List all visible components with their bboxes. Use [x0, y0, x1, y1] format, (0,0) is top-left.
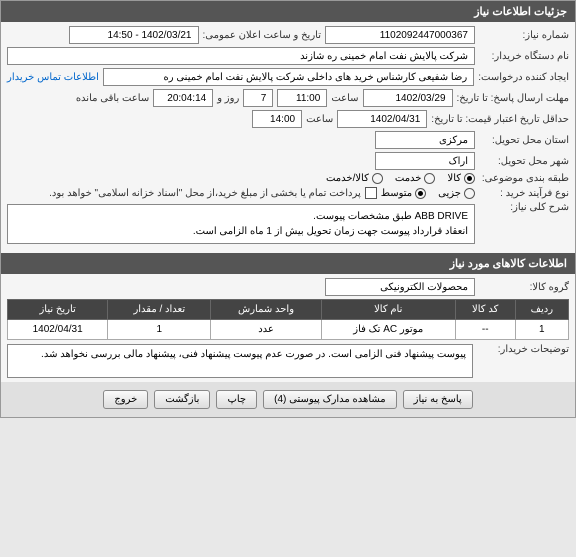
radio-dot-icon — [464, 188, 475, 199]
form-area: شماره نیاز: 1102092447000367 تاریخ و ساع… — [1, 22, 575, 253]
requester-value: رضا شفیعی کارشناس خرید های داخلی شرکت پا… — [103, 68, 474, 86]
radio-medium[interactable]: متوسط — [381, 188, 426, 199]
cell-date: 1402/04/31 — [8, 320, 108, 340]
deadline-label: مهلت ارسال پاسخ: تا تاریخ: — [457, 93, 569, 104]
attachments-button[interactable]: مشاهده مدارک پیوستی (4) — [263, 390, 397, 409]
need-desc-line1: ABB DRIVE طبق مشخصات پیوست. — [14, 209, 468, 224]
cell-row: 1 — [515, 320, 568, 340]
th-code: کد کالا — [455, 300, 515, 320]
payment-checkbox[interactable] — [365, 187, 377, 199]
process-label: نوع فرآیند خرید : — [479, 188, 569, 199]
delivery-province-label: استان محل تحویل: — [479, 135, 569, 146]
deadline-date: 1402/03/29 — [363, 89, 453, 107]
need-desc-line2: انعقاد قرارداد پیوست جهت زمان تحویل بیش … — [14, 224, 468, 239]
need-desc-label: شرح کلی نیاز: — [479, 202, 569, 213]
contact-link[interactable]: اطلاعات تماس خریدار — [7, 72, 99, 83]
remaining-label: ساعت باقی مانده — [76, 93, 149, 104]
radio-goods-label: کالا — [447, 173, 461, 184]
announce-datetime-value: 1402/03/21 - 14:50 — [69, 26, 199, 44]
validity-label: حداقل تاریخ اعتبار قیمت: تا تاریخ: — [431, 114, 569, 125]
need-number-label: شماره نیاز: — [479, 30, 569, 41]
buyer-notes-row: توضیحات خریدار: پیوست پیشنهاد فنی الزامی… — [7, 344, 569, 378]
buyer-org-label: نام دستگاه خریدار: — [479, 51, 569, 62]
goods-section-title: اطلاعات کالاهای مورد نیاز — [1, 253, 575, 274]
cell-name: موتور AC تک فاز — [321, 320, 455, 340]
group-value: محصولات الکترونیکی — [325, 278, 475, 296]
time-label-1: ساعت — [331, 93, 358, 104]
radio-dot-icon — [464, 173, 475, 184]
buyer-notes-label: توضیحات خریدار: — [479, 344, 569, 378]
group-label: گروه کالا: — [479, 282, 569, 293]
radio-dot-icon — [415, 188, 426, 199]
delivery-city-value: اراک — [375, 152, 475, 170]
radio-dot-icon — [424, 173, 435, 184]
delivery-city-label: شهر محل تحویل: — [479, 156, 569, 167]
main-panel: جزئیات اطلاعات نیاز شماره نیاز: 11020924… — [0, 0, 576, 418]
th-name: نام کالا — [321, 300, 455, 320]
radio-service[interactable]: خدمت — [395, 173, 436, 184]
category-radio-group: کالا خدمت کالا/خدمت — [326, 173, 475, 184]
need-number-value: 1102092447000367 — [325, 26, 475, 44]
cell-unit: عدد — [211, 320, 321, 340]
cell-code: -- — [455, 320, 515, 340]
category-label: طبقه بندی موضوعی: — [479, 173, 569, 184]
exit-button[interactable]: خروج — [103, 390, 148, 409]
radio-service-label: خدمت — [395, 173, 422, 184]
radio-minor-label: جزیی — [438, 188, 461, 199]
panel-title: جزئیات اطلاعات نیاز — [1, 1, 575, 22]
th-date: تاریخ نیاز — [8, 300, 108, 320]
table-row[interactable]: 1 -- موتور AC تک فاز عدد 1 1402/04/31 — [8, 320, 569, 340]
days-value: 7 — [243, 89, 273, 107]
buyer-org-value: شرکت پالایش نفت امام خمینی ره شازند — [7, 47, 475, 65]
validity-time: 14:00 — [252, 110, 302, 128]
radio-medium-label: متوسط — [381, 188, 412, 199]
time-label-2: ساعت — [306, 114, 333, 125]
cell-qty: 1 — [108, 320, 211, 340]
radio-goods[interactable]: کالا — [447, 173, 475, 184]
th-qty: تعداد / مقدار — [108, 300, 211, 320]
goods-table: ردیف کد کالا نام کالا واحد شمارش تعداد /… — [7, 299, 569, 340]
delivery-province-value: مرکزی — [375, 131, 475, 149]
days-label: روز و — [217, 93, 239, 104]
radio-minor[interactable]: جزیی — [438, 188, 475, 199]
buyer-notes-text: پیوست پیشنهاد فنی الزامی است. در صورت عد… — [7, 344, 473, 378]
validity-date: 1402/04/31 — [337, 110, 427, 128]
button-bar: پاسخ به نیاز مشاهده مدارک پیوستی (4) چاپ… — [1, 382, 575, 417]
back-button[interactable]: بازگشت — [154, 390, 210, 409]
table-header-row: ردیف کد کالا نام کالا واحد شمارش تعداد /… — [8, 300, 569, 320]
th-row: ردیف — [515, 300, 568, 320]
print-button[interactable]: چاپ — [216, 390, 257, 409]
th-unit: واحد شمارش — [211, 300, 321, 320]
deadline-time: 11:00 — [277, 89, 327, 107]
requester-label: ایجاد کننده درخواست: — [478, 72, 569, 83]
radio-both-label: کالا/خدمت — [326, 173, 369, 184]
respond-button[interactable]: پاسخ به نیاز — [403, 390, 473, 409]
remaining-time: 20:04:14 — [153, 89, 213, 107]
process-radio-group: جزیی متوسط — [381, 188, 475, 199]
payment-note: پرداخت تمام یا بخشی از مبلغ خرید،از محل … — [49, 188, 361, 199]
radio-both[interactable]: کالا/خدمت — [326, 173, 383, 184]
radio-dot-icon — [372, 173, 383, 184]
goods-area: گروه کالا: محصولات الکترونیکی ردیف کد کا… — [1, 274, 575, 382]
announce-datetime-label: تاریخ و ساعت اعلان عمومی: — [203, 30, 322, 41]
need-desc-box: ABB DRIVE طبق مشخصات پیوست. انعقاد قرارد… — [7, 204, 475, 244]
